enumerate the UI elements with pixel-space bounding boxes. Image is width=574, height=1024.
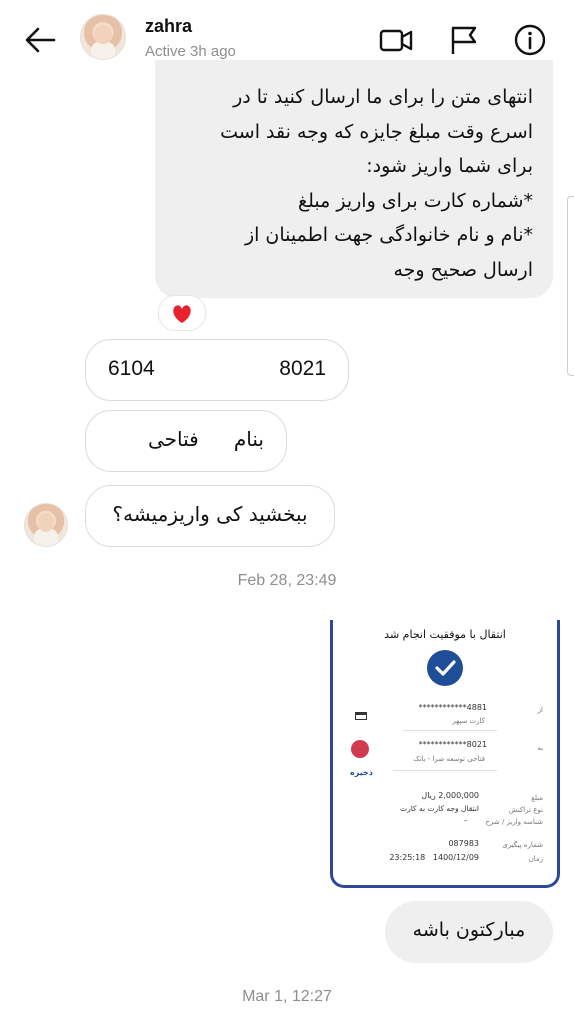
card-number-end: 8021 [279, 357, 326, 380]
sender-avatar[interactable] [24, 503, 68, 547]
back-arrow-icon[interactable] [22, 22, 58, 58]
amount-label: مبلغ [531, 794, 543, 802]
message-bubble-long[interactable]: انتهای متن را برای ما ارسال کنید تا در ا… [155, 60, 553, 298]
save-link[interactable]: ذخیره [350, 768, 373, 777]
amount-value: 2,000,000 ریال [421, 791, 479, 800]
heart-icon [173, 305, 191, 323]
heart-reaction[interactable] [158, 295, 206, 331]
to-card: ************8021 [418, 740, 487, 749]
video-call-icon[interactable] [378, 22, 414, 58]
bank-logo-icon [351, 740, 369, 758]
receipt-divider [403, 730, 497, 731]
type-label: نوع تراکنش [508, 806, 543, 814]
tracking-label: شماره پیگیری [502, 841, 543, 849]
reply-text: مبارکتون باشه [412, 919, 526, 941]
active-status: Active 3h ago [145, 43, 236, 60]
name-word-left: فتاحی [148, 427, 199, 451]
avatar[interactable] [80, 14, 126, 60]
from-card: ************4881 [418, 703, 487, 712]
to-label: به [537, 744, 543, 752]
receipt-divider [393, 770, 497, 771]
tracking-value: 087983 [448, 839, 479, 848]
receipt-image[interactable]: انتقال با موفقیت انجام شد از ***********… [330, 620, 560, 888]
question-message[interactable]: ببخشید کی واریزمیشه؟ [85, 485, 335, 547]
card-icon [355, 712, 367, 720]
time-value: 23:25:18 1400/12/09 [389, 853, 479, 862]
card-number-start: 6104 [108, 357, 155, 380]
contact-name[interactable]: zahra [145, 16, 192, 37]
timestamp: Mar 1, 12:27 [242, 988, 332, 1005]
card-number-message[interactable]: 6104 8021 [85, 339, 349, 401]
from-label: از [537, 706, 543, 714]
desc-value: - [464, 816, 467, 825]
scrollbar[interactable] [567, 196, 574, 376]
flag-icon[interactable] [446, 22, 482, 58]
name-word-right: بنام [233, 427, 264, 451]
desc-label: شناسه واریز / شرح [485, 818, 543, 826]
timestamp: Feb 28, 23:49 [237, 572, 337, 589]
from-bank: کارت سپهر [452, 717, 485, 725]
time-label: زمان [528, 855, 543, 863]
to-name: فتاحی توسعه صرا - بانک [413, 755, 485, 763]
type-value: انتقال وجه کارت به کارت [400, 804, 479, 813]
receipt-title: انتقال با موفقیت انجام شد [384, 628, 506, 641]
success-check-icon [427, 650, 463, 686]
name-message[interactable]: بنام فتاحی [85, 410, 287, 472]
info-icon[interactable] [512, 22, 548, 58]
question-text: ببخشید کی واریزمیشه؟ [112, 502, 308, 526]
reply-message[interactable]: مبارکتون باشه [385, 901, 553, 963]
